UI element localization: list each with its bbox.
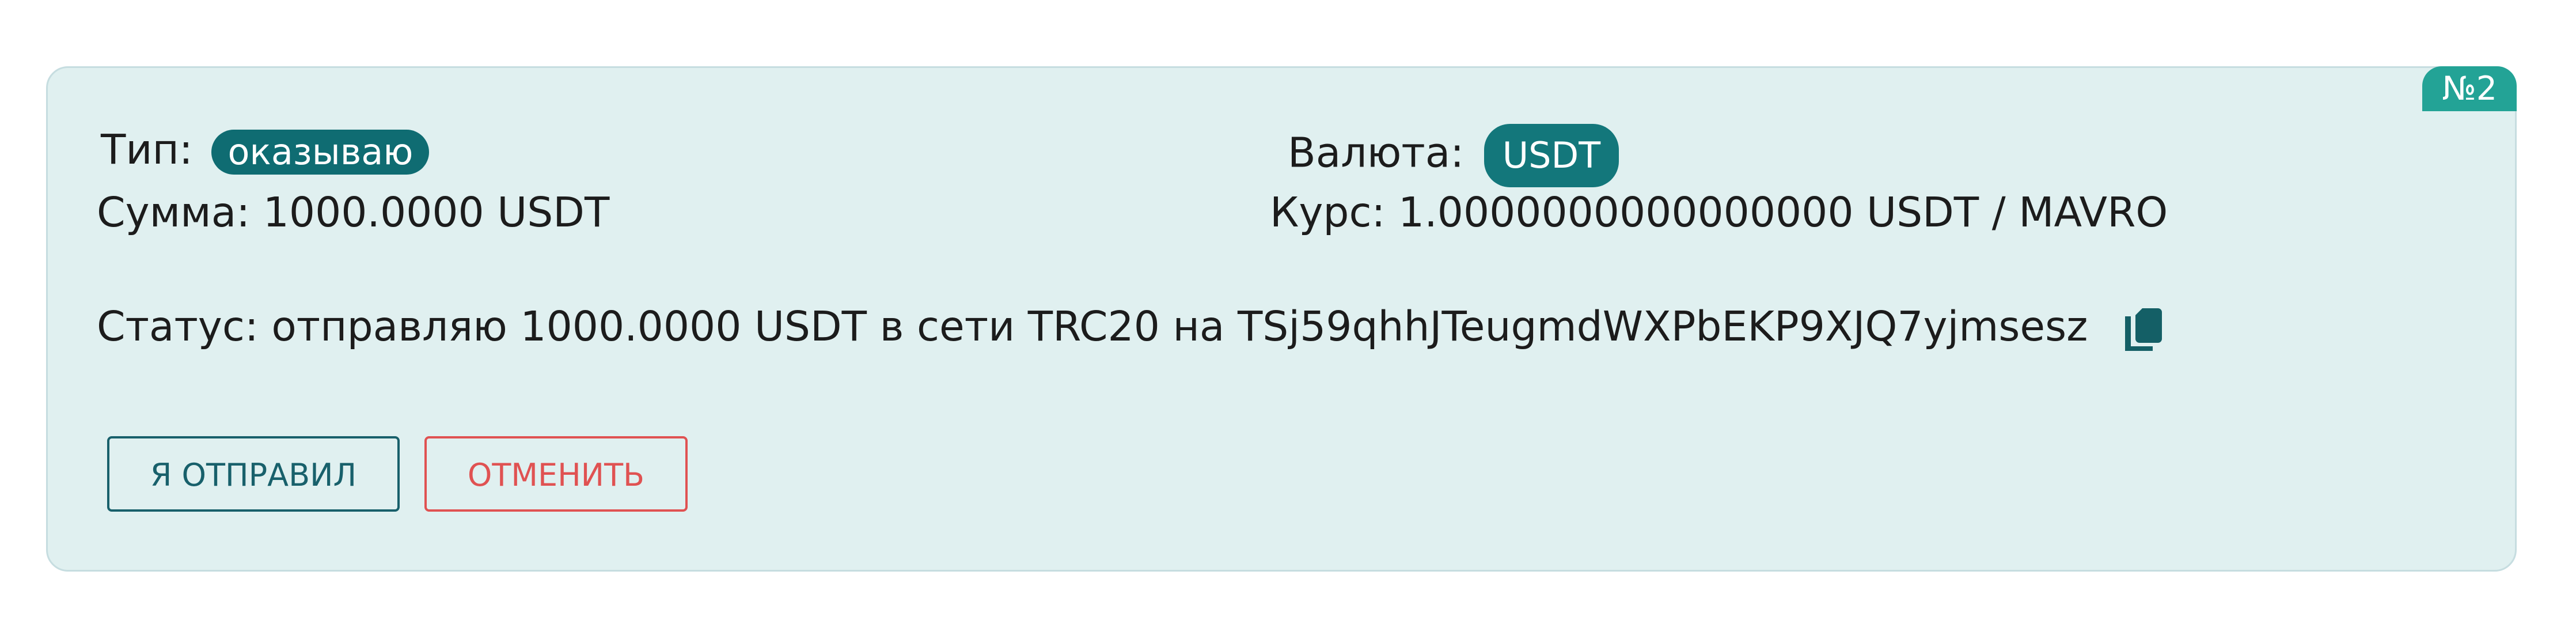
- type-pill: оказываю: [211, 130, 430, 175]
- status-label: Статус:: [97, 303, 259, 350]
- type-label: Тип:: [101, 126, 193, 173]
- cancel-button[interactable]: ОТМЕНИТЬ: [424, 436, 688, 512]
- amount-row: Сумма: 1000.0000 USDT: [97, 187, 609, 239]
- type-row: Тип: оказываю: [101, 124, 430, 176]
- sent-button[interactable]: Я ОТПРАВИЛ: [107, 436, 400, 512]
- copy-icon[interactable]: [2122, 306, 2167, 352]
- order-number-badge: №2: [2422, 66, 2517, 111]
- order-card: №2 Тип: оказываю Валюта: USDT Сумма: 100…: [46, 66, 2517, 572]
- rate-label: Курс:: [1270, 188, 1386, 236]
- status-value: отправляю 1000.0000 USDT в сети TRC20 на…: [271, 303, 2088, 350]
- amount-value: 1000.0000 USDT: [263, 188, 610, 236]
- rate-value: 1.0000000000000000 USDT / MAVRO: [1398, 188, 2168, 236]
- currency-pill: USDT: [1484, 124, 1619, 187]
- rate-row: Курс: 1.0000000000000000 USDT / MAVRO: [1270, 187, 2168, 239]
- currency-row: Валюта: USDT: [1288, 124, 1619, 187]
- currency-label: Валюта:: [1288, 128, 1465, 177]
- amount-label: Сумма:: [97, 188, 251, 236]
- status-row: Статус: отправляю 1000.0000 USDT в сети …: [97, 301, 2167, 353]
